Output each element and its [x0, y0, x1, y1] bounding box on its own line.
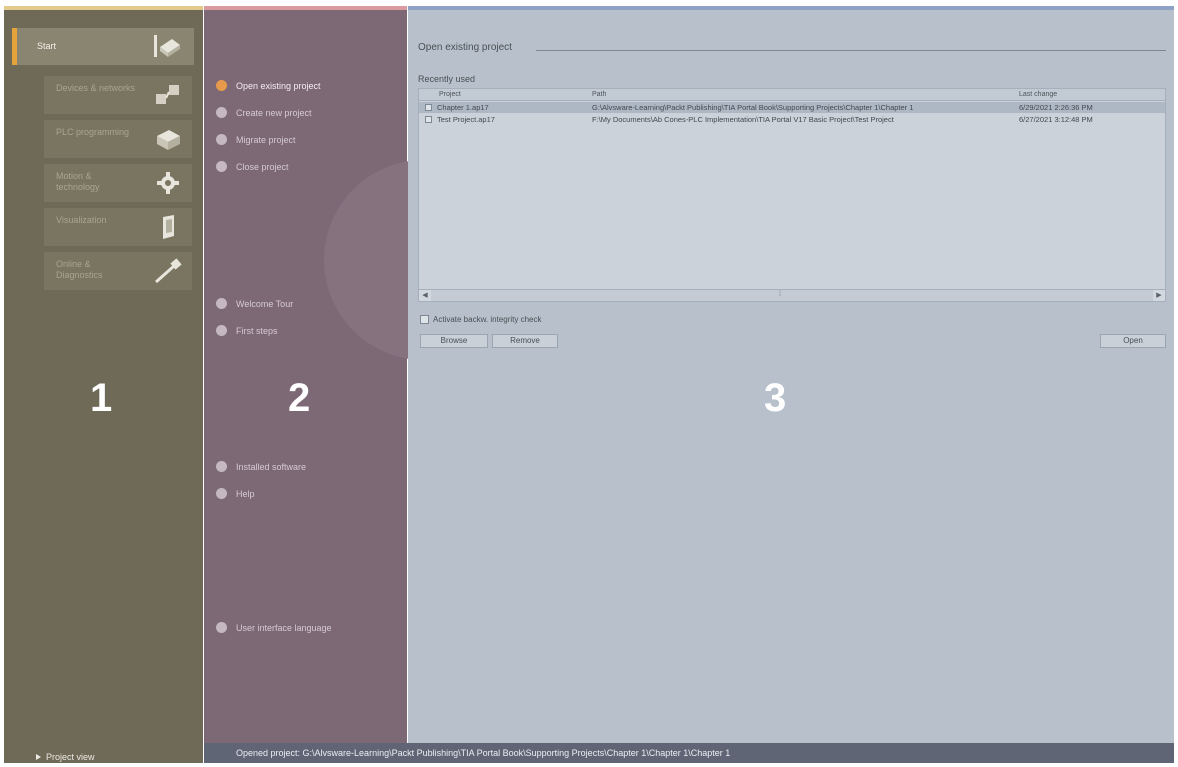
recently-used-label: Recently used [418, 74, 476, 84]
action-first-steps[interactable]: First steps [216, 325, 278, 336]
plc-programming-icon [157, 130, 180, 150]
panel-number-1: 1 [90, 376, 113, 420]
content-panel: Open existing project Recently used Proj… [408, 6, 1174, 743]
action-create-new-project[interactable]: Create new project [216, 107, 312, 118]
radio-dot-icon [216, 134, 227, 145]
radio-dot-icon [216, 161, 227, 172]
panel-number-2: 2 [288, 376, 311, 420]
action-label: Migrate project [236, 134, 296, 145]
activate-check-row[interactable]: Activate backw. integrity check [420, 315, 542, 324]
column-header-project[interactable]: Project [439, 91, 461, 98]
radio-dot-icon [216, 107, 227, 118]
browse-button[interactable]: Browse [420, 334, 488, 348]
column-header-path[interactable]: Path [592, 91, 606, 98]
action-close-project[interactable]: Close project [216, 161, 289, 172]
scroll-thumb-grip: ⁞ [779, 291, 781, 298]
table-row[interactable]: Test Project.ap17 F:\My Documents\Ab Con… [419, 114, 1165, 125]
nav-start-label: Start [37, 41, 57, 51]
nav-online-diagnostics[interactable]: Online & Diagnostics [44, 252, 192, 290]
remove-button[interactable]: Remove [492, 334, 558, 348]
nav-plc-programming[interactable]: PLC programming [44, 120, 192, 158]
chevron-right-icon [36, 754, 41, 760]
horizontal-scrollbar[interactable]: ◀ ⁞ ▶ [419, 289, 1165, 301]
panel-number-3: 3 [764, 376, 787, 420]
actions-panel: Open existing project Create new project… [204, 6, 524, 743]
nav-start[interactable]: Start [12, 28, 194, 65]
action-label: Welcome Tour [236, 298, 294, 309]
status-bar: Opened project: G:\Alvsware-Learning\Pac… [204, 743, 1174, 763]
table-header: Project Path Last change [419, 89, 1165, 101]
nav-label: Motion & technology [56, 171, 100, 192]
action-label: Installed software [236, 461, 307, 472]
action-label: Help [236, 488, 255, 499]
nav-devices-networks[interactable]: Devices & networks [44, 76, 192, 114]
nav-label: PLC programming [56, 127, 130, 137]
table-row[interactable]: Chapter 1.ap17 G:\Alvsware-Learning\Pack… [419, 102, 1165, 113]
globe-icon [216, 622, 227, 633]
nav-visualization[interactable]: Visualization [44, 208, 192, 246]
project-view-label: Project view [46, 752, 95, 762]
activate-checkbox[interactable] [420, 315, 429, 324]
action-user-interface-language[interactable]: User interface language [216, 622, 332, 633]
nav-label: Online & Diagnostics [56, 259, 103, 280]
radio-dot-icon [216, 80, 227, 91]
project-file-icon [425, 116, 432, 123]
action-installed-software[interactable]: Installed software [216, 461, 306, 472]
title-divider [536, 50, 1166, 51]
devices-networks-icon [156, 85, 179, 104]
nav-label: Devices & networks [56, 83, 136, 93]
action-label: Close project [236, 161, 289, 172]
nav-label: Visualization [56, 215, 107, 225]
action-label: User interface language [236, 622, 332, 633]
start-icon [154, 35, 180, 57]
radio-dot-icon [216, 488, 227, 499]
project-file-icon [425, 104, 432, 111]
scroll-left-icon[interactable]: ◀ [419, 290, 431, 301]
action-label: First steps [236, 325, 278, 336]
open-button[interactable]: Open [1100, 334, 1166, 348]
visualization-icon [163, 215, 174, 239]
cell-project: Test Project.ap17 [437, 115, 495, 124]
diagnostics-probe-icon [155, 258, 182, 284]
action-open-existing-project[interactable]: Open existing project [216, 80, 321, 91]
nav-motion-technology[interactable]: Motion & technology [44, 164, 192, 202]
action-label: Create new project [236, 107, 312, 118]
project-view-link[interactable]: Project view [36, 752, 95, 762]
action-label: Open existing project [236, 80, 321, 91]
scroll-right-icon[interactable]: ▶ [1153, 290, 1165, 301]
recent-projects-table: Project Path Last change Chapter 1.ap17 … [418, 88, 1166, 302]
action-help[interactable]: Help [216, 488, 255, 499]
portal-nav-panel: Start Devices & networks PLC programming… [4, 6, 203, 743]
opened-project-status: Opened project: G:\Alvsware-Learning\Pac… [236, 748, 731, 758]
radio-dot-icon [216, 461, 227, 472]
cell-path: F:\My Documents\Ab Cones-PLC Implementat… [592, 115, 894, 124]
radio-dot-icon [216, 325, 227, 336]
cell-last-change: 6/29/2021 2:26:36 PM [1019, 103, 1093, 112]
gear-icon [157, 172, 179, 194]
cell-last-change: 6/27/2021 3:12:48 PM [1019, 115, 1093, 124]
page-title: Open existing project [418, 42, 512, 53]
action-migrate-project[interactable]: Migrate project [216, 134, 296, 145]
activate-check-label: Activate backw. integrity check [433, 315, 542, 324]
column-header-last-change[interactable]: Last change [1019, 91, 1057, 98]
action-welcome-tour[interactable]: Welcome Tour [216, 298, 293, 309]
cell-path: G:\Alvsware-Learning\Packt Publishing\TI… [592, 103, 914, 112]
left-status-bar [4, 743, 203, 763]
cell-project: Chapter 1.ap17 [437, 103, 489, 112]
radio-dot-icon [216, 298, 227, 309]
